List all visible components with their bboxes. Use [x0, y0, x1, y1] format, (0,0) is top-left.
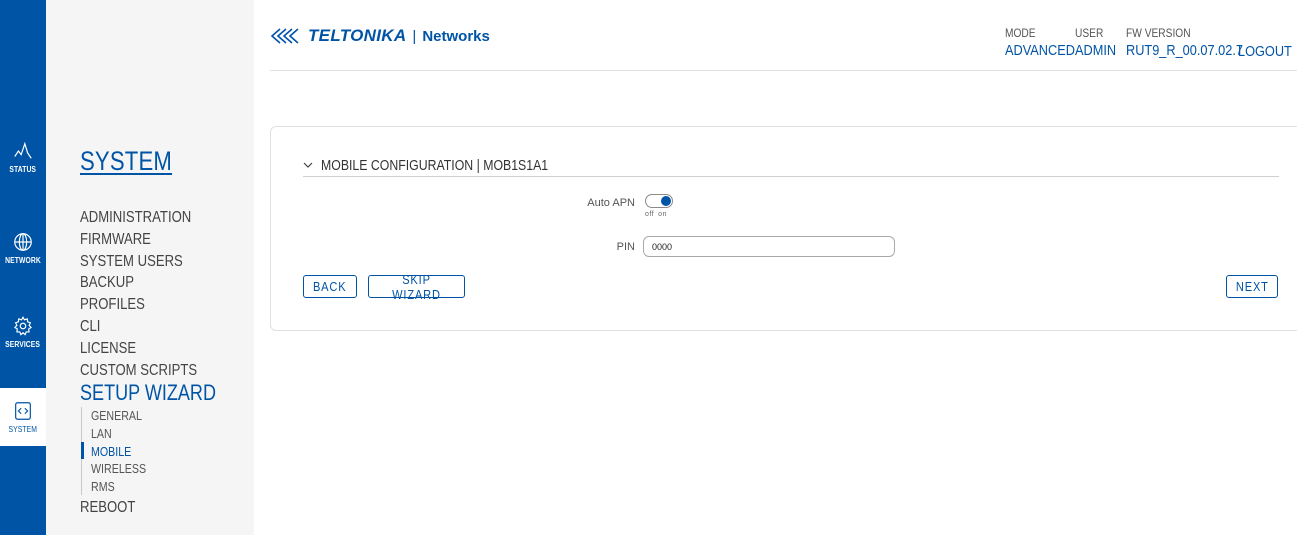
brand-name: TELTONIKA — [308, 26, 407, 45]
sidebar-item-backup[interactable]: BACKUP — [80, 272, 216, 294]
toggle-on-label: on — [658, 211, 667, 218]
mode-label: MODE — [1005, 26, 1036, 40]
sidebar-item-firmware[interactable]: FIRMWARE — [80, 229, 216, 251]
section-title: MOBILE CONFIGURATION | MOB1S1A1 — [321, 157, 549, 174]
header-user: USER ADMIN — [1075, 26, 1116, 61]
fw-label: FW VERSION — [1126, 26, 1191, 40]
toggle-off-label: off — [645, 211, 655, 218]
left-rail: STATUS NETWORK SERVICES SYSTEM — [0, 0, 46, 535]
pin-label: PIN — [616, 241, 635, 253]
user-value[interactable]: ADMIN — [1075, 41, 1116, 61]
header-divider — [270, 70, 1297, 71]
fw-value: RUT9_R_00.07.02.7 — [1126, 42, 1243, 59]
next-button[interactable]: NEXT — [1226, 275, 1278, 298]
logout-button[interactable]: LOGOUT — [1238, 43, 1297, 60]
header-mode: MODE ADVANCED — [1005, 26, 1075, 61]
sidebar-item-license[interactable]: LICENSE — [80, 338, 216, 360]
toggle-knob — [661, 196, 671, 206]
brand-separator: | — [412, 27, 417, 45]
sidebar-item-system-users[interactable]: SYSTEM USERS — [80, 251, 216, 273]
pin-input[interactable] — [643, 236, 895, 257]
pulse-icon — [14, 141, 32, 159]
sidebar-title[interactable]: SYSTEM — [80, 146, 172, 177]
sidebar: SYSTEM ADMINISTRATION FIRMWARE SYSTEM US… — [46, 0, 254, 535]
mobile-config-card: MOBILE CONFIGURATION | MOB1S1A1 Auto APN… — [270, 126, 1297, 331]
skip-wizard-button[interactable]: SKIP WIZARD — [368, 272, 465, 302]
sidebar-subitem-mobile[interactable]: MOBILE — [91, 443, 218, 461]
header-fw: FW VERSION RUT9_R_00.07.02.7 — [1126, 26, 1243, 61]
auto-apn-toggle[interactable] — [645, 194, 673, 208]
mode-value[interactable]: ADVANCED — [1005, 41, 1075, 61]
section-divider — [303, 176, 1279, 177]
auto-apn-label: Auto APN — [587, 197, 635, 209]
sidebar-subitem-general[interactable]: GENERAL — [91, 407, 218, 425]
back-button[interactable]: BACK — [303, 275, 357, 298]
user-label: USER — [1075, 26, 1104, 40]
sidebar-item-administration[interactable]: ADMINISTRATION — [80, 207, 216, 229]
sidebar-subitem-rms[interactable]: RMS — [91, 478, 218, 496]
brand-sub: Networks — [422, 27, 490, 45]
sidebar-item-cli[interactable]: CLI — [80, 316, 216, 338]
section-header[interactable]: MOBILE CONFIGURATION | MOB1S1A1 — [303, 157, 598, 174]
gear-icon — [14, 316, 32, 336]
sidebar-item-profiles[interactable]: PROFILES — [80, 294, 216, 316]
sidebar-item-setup-wizard[interactable]: SETUP WIZARD — [80, 381, 216, 405]
setup-wizard-sublist: GENERAL LAN MOBILE WIRELESS RMS — [81, 407, 246, 496]
toggle-caption: off on — [645, 211, 671, 218]
globe-icon — [14, 233, 32, 251]
rail-item-network[interactable]: NETWORK — [0, 220, 46, 276]
rail-item-services[interactable]: SERVICES — [0, 304, 46, 360]
rail-item-system[interactable]: SYSTEM — [0, 388, 46, 446]
teltonika-chevrons-icon — [270, 28, 299, 44]
rail-item-status[interactable]: STATUS — [0, 129, 46, 185]
sidebar-item-custom-scripts[interactable]: CUSTOM SCRIPTS — [80, 360, 216, 382]
sidebar-subitem-lan[interactable]: LAN — [91, 425, 218, 443]
sidebar-item-reboot[interactable]: REBOOT — [80, 497, 216, 519]
logout-label: LOGOUT — [1238, 43, 1292, 60]
sidebar-list: ADMINISTRATION FIRMWARE SYSTEM USERS BAC… — [80, 207, 246, 519]
chevron-down-icon — [303, 162, 313, 168]
brand-logo[interactable]: TELTONIKA | Networks — [270, 26, 490, 46]
code-icon — [15, 402, 31, 420]
sidebar-subitem-wireless[interactable]: WIRELESS — [91, 460, 218, 478]
active-sub-marker — [81, 442, 84, 460]
